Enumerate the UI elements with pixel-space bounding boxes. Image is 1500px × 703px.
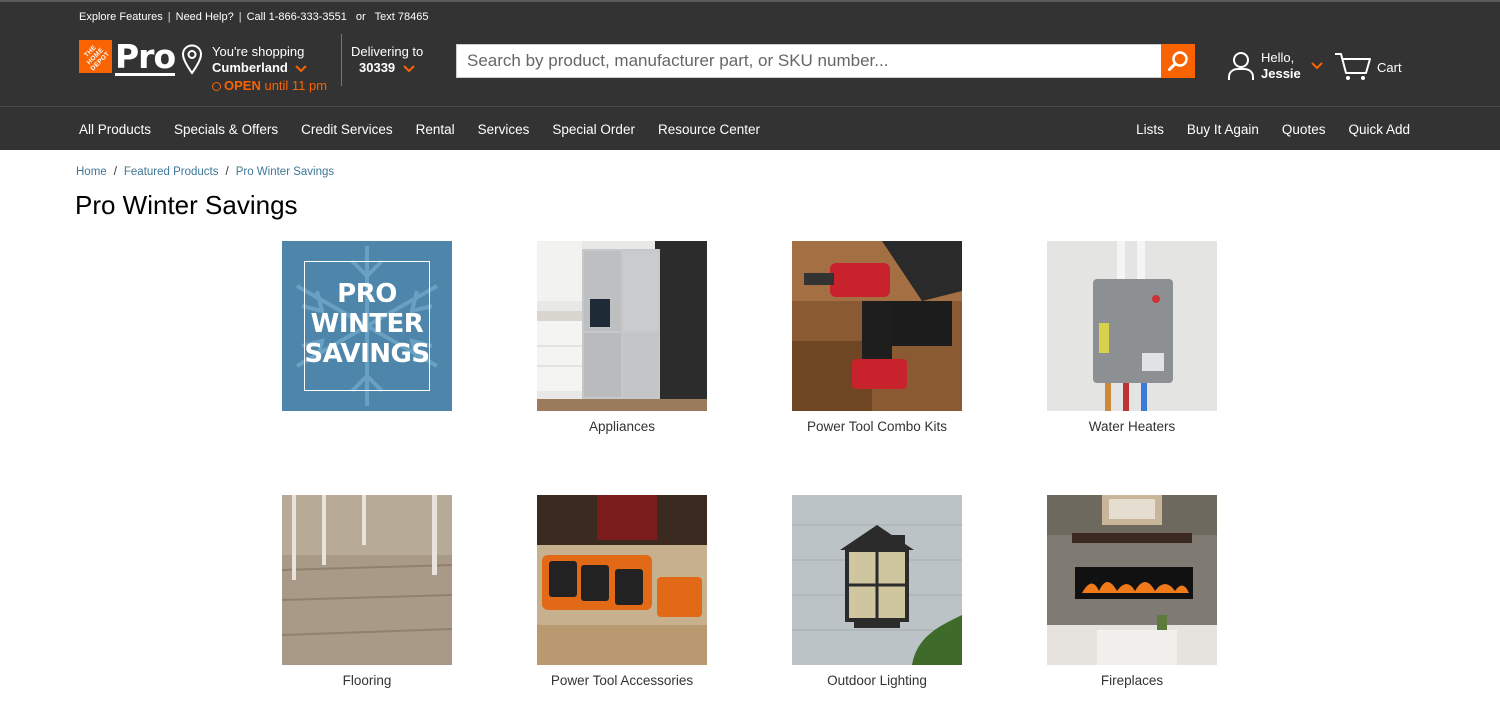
- chevron-down-icon: [295, 64, 308, 72]
- breadcrumb-home[interactable]: Home: [76, 166, 107, 178]
- location-pin-icon: [181, 44, 203, 75]
- breadcrumb-current[interactable]: Pro Winter Savings: [236, 166, 334, 178]
- promo-banner-image: PRO WINTER SAVINGS: [282, 241, 452, 411]
- open-status: OPEN: [224, 78, 261, 93]
- cart-label: Cart: [1377, 59, 1402, 75]
- or-text: or: [355, 11, 366, 23]
- search-bar: [456, 44, 1195, 78]
- top-header: Explore Features | Need Help? | Call 1-8…: [0, 0, 1500, 106]
- search-button[interactable]: [1161, 44, 1195, 78]
- category-tile-fireplaces[interactable]: Fireplaces: [1047, 495, 1217, 688]
- store-name: Cumberland: [212, 60, 288, 75]
- category-tile-water-heaters[interactable]: Water Heaters: [1047, 241, 1217, 434]
- account-menu[interactable]: Hello, Jessie: [1227, 50, 1323, 82]
- pro-logo-text: Pro: [115, 37, 176, 76]
- fireplace-illustration: [1047, 495, 1217, 665]
- delivery-zip-selector[interactable]: Delivering to 30339: [351, 44, 423, 76]
- category-tile-outdoor-lighting[interactable]: Outdoor Lighting: [792, 495, 962, 688]
- nav-all-products[interactable]: All Products: [79, 122, 151, 137]
- chevron-down-icon: [1311, 62, 1323, 70]
- category-tile-power-tool-combo-kits[interactable]: Power Tool Combo Kits: [792, 241, 962, 434]
- cart-button[interactable]: Cart: [1334, 52, 1402, 82]
- promo-tile-pro-winter-savings[interactable]: PRO WINTER SAVINGS: [282, 241, 452, 411]
- search-input[interactable]: [457, 45, 1161, 77]
- page-title: Pro Winter Savings: [75, 190, 298, 220]
- search-icon: [1168, 51, 1188, 71]
- nav-buy-it-again[interactable]: Buy It Again: [1187, 122, 1259, 137]
- nav-quotes[interactable]: Quotes: [1282, 122, 1326, 137]
- drill-illustration: [792, 241, 962, 411]
- separator: |: [167, 11, 171, 23]
- flooring-image: [282, 495, 452, 665]
- main-nav: All Products Specials & Offers Credit Se…: [0, 106, 1500, 150]
- nav-lists[interactable]: Lists: [1136, 122, 1164, 137]
- flooring-illustration: [282, 495, 452, 665]
- nav-credit-services[interactable]: Credit Services: [301, 122, 393, 137]
- category-tile-power-tool-accessories[interactable]: Power Tool Accessories: [537, 495, 707, 688]
- nav-specials-offers[interactable]: Specials & Offers: [174, 122, 278, 137]
- power-tool-accessories-image: [537, 495, 707, 665]
- category-tile-appliances[interactable]: Appliances: [537, 241, 707, 434]
- open-hours: until 11 pm: [264, 78, 328, 93]
- breadcrumb-featured-products[interactable]: Featured Products: [124, 166, 219, 178]
- logo-badge-text: THE HOME DEPOT: [83, 44, 112, 73]
- cart-icon: [1335, 53, 1371, 80]
- home-depot-pro-logo[interactable]: THE HOME DEPOT Pro: [79, 37, 176, 76]
- breadcrumb: Home / Featured Products / Pro Winter Sa…: [76, 166, 335, 178]
- nav-services[interactable]: Services: [478, 122, 530, 137]
- text-number-link[interactable]: Text 78465: [375, 11, 429, 23]
- greeting-text: Hello,: [1261, 50, 1295, 65]
- nav-resource-center[interactable]: Resource Center: [658, 122, 760, 137]
- utility-bar: Explore Features | Need Help? | Call 1-8…: [79, 11, 428, 23]
- logo-underline: [115, 73, 176, 76]
- store-prefix: You're shopping: [212, 44, 305, 59]
- home-depot-logo-icon: THE HOME DEPOT: [79, 40, 112, 73]
- clock-icon: [212, 82, 221, 91]
- category-label: Fireplaces: [1100, 673, 1164, 688]
- promo-line-1: PRO: [337, 279, 397, 309]
- nav-rental[interactable]: Rental: [416, 122, 455, 137]
- need-help-link[interactable]: Need Help?: [176, 11, 234, 23]
- store-hours: OPEN until 11 pm: [212, 78, 327, 94]
- category-label: Water Heaters: [1088, 419, 1176, 434]
- batteries-illustration: [537, 495, 707, 665]
- user-icon: [1228, 52, 1254, 80]
- power-tool-combo-kits-image: [792, 241, 962, 411]
- delivering-label: Delivering to: [351, 44, 424, 59]
- separator: |: [238, 11, 242, 23]
- water-heater-illustration: [1047, 241, 1217, 411]
- explore-features-link[interactable]: Explore Features: [79, 11, 163, 23]
- header-divider: [341, 34, 342, 86]
- category-tile-flooring[interactable]: Flooring: [282, 495, 452, 688]
- outdoor-lighting-image: [792, 495, 962, 665]
- category-label: Outdoor Lighting: [827, 673, 927, 688]
- category-label: Power Tool Combo Kits: [806, 419, 948, 434]
- appliances-image: [537, 241, 707, 411]
- user-name: Jessie: [1261, 66, 1301, 81]
- chevron-down-icon: [403, 64, 415, 72]
- store-selector[interactable]: You're shopping Cumberland OPEN until 11…: [181, 44, 327, 94]
- nav-special-order[interactable]: Special Order: [552, 122, 635, 137]
- call-phone-link[interactable]: Call 1-866-333-3551: [247, 11, 347, 23]
- promo-line-3: SAVINGS: [304, 339, 430, 369]
- promo-line-2: WINTER: [310, 309, 424, 339]
- lantern-illustration: [792, 495, 962, 665]
- nav-quick-add[interactable]: Quick Add: [1348, 122, 1410, 137]
- category-label: Flooring: [342, 673, 392, 688]
- category-label: Power Tool Accessories: [550, 673, 694, 688]
- water-heaters-image: [1047, 241, 1217, 411]
- fireplaces-image: [1047, 495, 1217, 665]
- refrigerator-illustration: [537, 241, 707, 411]
- category-label: Appliances: [588, 419, 656, 434]
- delivery-zip: 30339: [359, 60, 396, 75]
